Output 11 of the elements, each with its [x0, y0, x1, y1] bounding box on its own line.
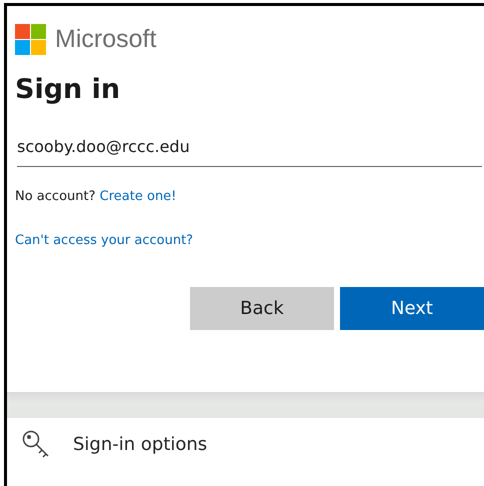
- no-account-text: No account? Create one!: [15, 189, 178, 204]
- back-button[interactable]: Back: [190, 287, 334, 330]
- page-title: Sign in: [15, 73, 122, 107]
- key-icon: [21, 429, 51, 459]
- account-access-link[interactable]: Can't access your account?: [15, 233, 194, 248]
- logo-icon: [15, 24, 46, 54]
- create-account-link[interactable]: Create one!: [100, 189, 176, 204]
- email-field[interactable]: scooby.doo@rccc.edu: [17, 131, 482, 167]
- brand-name: Microsoft: [55, 24, 156, 54]
- sign-in-options-label[interactable]: Sign-in options: [73, 434, 208, 454]
- next-button[interactable]: Next: [340, 287, 484, 330]
